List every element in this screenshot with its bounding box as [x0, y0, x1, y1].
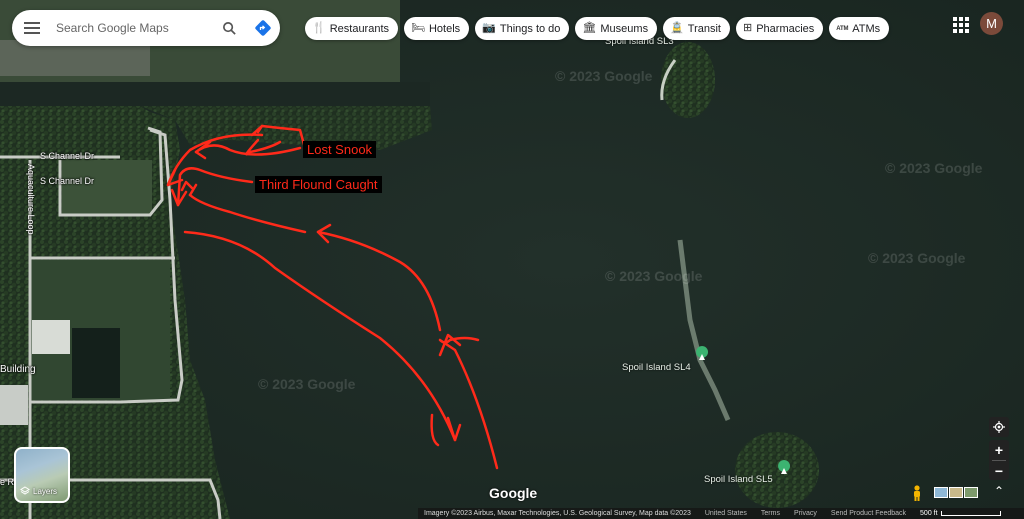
road-label: S Channel Dr — [40, 151, 95, 161]
terms-link[interactable]: Terms — [761, 510, 780, 517]
annotation-third-flounder: Third Flound Caught — [255, 176, 382, 193]
museum-icon: 🏛 — [582, 22, 597, 34]
privacy-link[interactable]: Privacy — [794, 510, 817, 517]
scale-label: 500 ft — [920, 510, 938, 517]
feedback-link[interactable]: Send Product Feedback — [831, 510, 906, 517]
chip-label: Pharmacies — [756, 22, 815, 35]
building-block — [0, 385, 28, 425]
search-button[interactable] — [212, 10, 246, 46]
north-canal — [0, 82, 430, 106]
chip-pharmacies[interactable]: ⊞ Pharmacies — [736, 17, 824, 40]
search-input[interactable] — [52, 13, 212, 43]
chip-restaurants[interactable]: 🍴 Restaurants — [305, 17, 399, 40]
apps-grid-icon[interactable] — [950, 14, 970, 34]
account-avatar[interactable]: M — [980, 12, 1003, 35]
map-watermark: © 2023 Google — [555, 68, 653, 84]
train-icon: 🚊 — [670, 22, 684, 34]
minus-icon: − — [994, 463, 1004, 479]
road-label: S Channel Dr — [40, 176, 95, 186]
terrain-thumb-icon — [949, 487, 963, 498]
category-chips: 🍴 Restaurants 🛏 Hotels 📷 Things to do 🏛 Muse… — [305, 17, 890, 40]
chip-label: Museums — [600, 22, 649, 35]
chip-label: Things to do — [499, 22, 561, 35]
directions-button[interactable] — [246, 10, 280, 46]
map-thumb-icon — [934, 487, 948, 498]
map-footer: Imagery ©2023 Airbus, Maxar Technologies… — [418, 508, 1024, 519]
chip-label: Restaurants — [329, 22, 390, 35]
chip-transit[interactable]: 🚊 Transit — [663, 17, 730, 40]
chip-label: Hotels — [428, 22, 461, 35]
chevron-up-icon[interactable]: ⌃ — [994, 485, 1004, 497]
road-label: Aquaculture Loop — [26, 164, 36, 235]
menu-button[interactable] — [12, 10, 52, 46]
search-icon — [222, 21, 236, 35]
pharmacy-icon: ⊞ — [743, 22, 753, 34]
island-label-sl5[interactable]: Spoil Island SL5 — [704, 474, 773, 485]
warehouse-roofs — [32, 320, 70, 354]
map-watermark: © 2023 Google — [605, 268, 703, 284]
island-label-sl4[interactable]: Spoil Island SL4 — [622, 362, 691, 373]
utensils-icon: 🍴 — [312, 22, 326, 34]
layers-icon — [20, 486, 30, 495]
map-type-thumbnails[interactable] — [934, 487, 978, 498]
chip-label: ATMs — [852, 22, 881, 35]
chip-museums[interactable]: 🏛 Museums — [575, 17, 658, 40]
island-sl3 — [661, 42, 715, 118]
scale-bar[interactable]: 500 ft — [920, 510, 1001, 517]
hamburger-icon — [24, 22, 40, 34]
map-watermark: © 2023 Google — [258, 376, 356, 392]
google-logo: Google — [489, 485, 538, 501]
scale-ruler — [940, 511, 1001, 516]
my-location-button[interactable] — [989, 417, 1009, 437]
chip-atms[interactable]: ATM ATMs — [829, 17, 890, 40]
bed-icon: 🛏 — [411, 22, 425, 34]
chip-things-to-do[interactable]: 📷 Things to do — [475, 17, 570, 40]
zoom-in-button[interactable]: + — [989, 440, 1009, 460]
island-sl5 — [735, 432, 819, 508]
camera-icon: 📷 — [482, 22, 496, 34]
zoom-out-button[interactable]: − — [989, 461, 1009, 481]
map-watermark: © 2023 Google — [868, 250, 966, 266]
plus-icon: + — [994, 442, 1004, 458]
pegman-icon[interactable] — [912, 485, 922, 506]
compound — [62, 160, 152, 215]
pond — [72, 328, 120, 398]
chip-label: Transit — [687, 22, 721, 35]
attribution-text: Imagery ©2023 Airbus, Maxar Technologies… — [424, 510, 691, 517]
search-box — [12, 10, 280, 46]
layers-label: Layers — [33, 486, 58, 496]
chip-hotels[interactable]: 🛏 Hotels — [404, 17, 470, 40]
annotation-lost-snook: Lost Snook — [303, 141, 377, 158]
place-label: Building — [0, 364, 36, 375]
atm-icon: ATM — [836, 25, 849, 32]
zoom-control: + − — [989, 440, 1009, 480]
layers-button[interactable]: Layers — [14, 447, 70, 503]
country-link[interactable]: United States — [705, 510, 747, 517]
map-watermark: © 2023 Google — [885, 160, 983, 176]
directions-icon — [255, 20, 271, 36]
crosshair-icon — [993, 421, 1005, 433]
satellite-thumb-icon — [964, 487, 978, 498]
